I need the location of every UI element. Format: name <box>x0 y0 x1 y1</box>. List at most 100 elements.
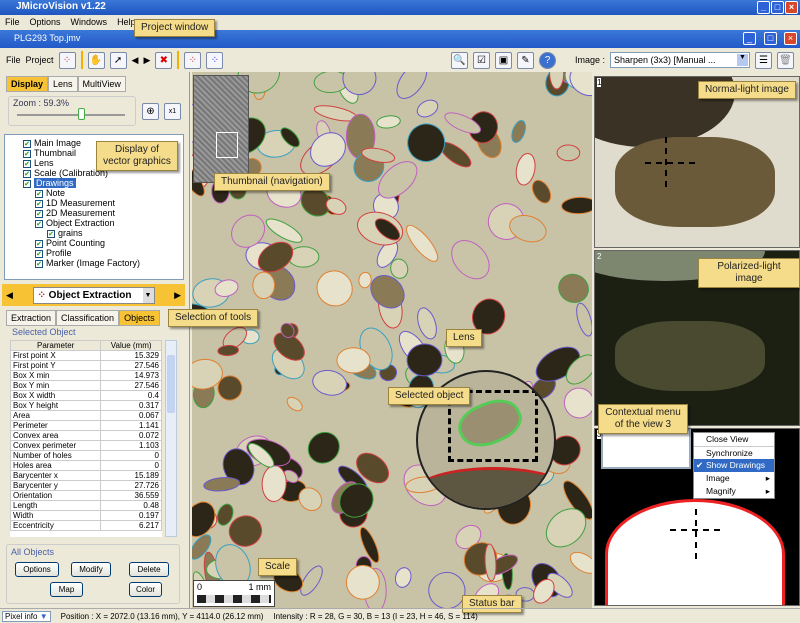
menu-options[interactable]: Options <box>30 17 61 28</box>
table-row[interactable]: Eccentricity 6.217 <box>10 520 162 531</box>
modify-button[interactable]: Modify <box>71 562 111 577</box>
previous-tool-icon[interactable]: ◀ <box>6 290 13 301</box>
checkbox-checked-icon[interactable]: ✔ <box>35 260 43 268</box>
project-close-button[interactable]: × <box>784 32 797 45</box>
table-row[interactable]: Convex area 0.072 <box>10 430 162 441</box>
table-row[interactable]: Box Y min 27.546 <box>10 380 162 391</box>
tool-select[interactable]: ⁘ Object Extraction ▼ <box>32 286 155 304</box>
tab-lens[interactable]: Lens <box>48 76 78 92</box>
tree-item[interactable]: ✔ 2D Measurement <box>23 208 183 218</box>
window-zoom-icon[interactable]: ▣ <box>494 51 512 69</box>
checkbox-checked-icon[interactable]: ✔ <box>35 200 43 208</box>
help-icon[interactable]: ? <box>538 51 556 69</box>
table-row[interactable]: Holes area 0 <box>10 460 162 471</box>
tab-multiview[interactable]: MultiView <box>77 76 126 92</box>
table-row[interactable]: Box Y height 0.317 <box>10 400 162 411</box>
project-maximize-button[interactable]: □ <box>764 32 777 45</box>
thumbnail-navigation[interactable] <box>193 75 249 183</box>
tree-item[interactable]: ✔ Drawings <box>23 178 183 188</box>
zoom-1x-icon[interactable]: x1 <box>164 103 181 120</box>
color-button[interactable]: Color <box>129 582 162 597</box>
table-row[interactable]: Length 0.48 <box>10 500 162 511</box>
grain <box>561 196 592 215</box>
pixel-info-select[interactable]: Pixel info ▼ <box>2 610 51 622</box>
next-icon[interactable]: ▶ <box>143 55 150 66</box>
table-row[interactable]: Orientation 36.559 <box>10 490 162 501</box>
trash-icon[interactable]: 🗑 <box>777 51 794 69</box>
menu-windows[interactable]: Windows <box>71 17 108 28</box>
checkbox-checked-icon[interactable]: ✔ <box>23 180 31 188</box>
table-row[interactable]: Convex perimeter 1.103 <box>10 440 162 451</box>
view-1-normal-light[interactable]: 1 <box>594 76 800 248</box>
tab-objects[interactable]: Objects <box>119 310 160 326</box>
previous-icon[interactable]: ◀ <box>132 55 139 66</box>
checkbox-checked-icon[interactable]: ✔ <box>23 150 31 158</box>
menu-show-drawings[interactable]: ✔ Show Drawings <box>694 459 774 472</box>
color-objects-alt-icon[interactable]: ⁘ <box>206 51 224 69</box>
pointer-add-icon[interactable]: ➚ <box>109 51 127 69</box>
table-row[interactable]: Box X min 14.973 <box>10 370 162 381</box>
thin-section-image[interactable] <box>192 72 592 608</box>
maximize-button[interactable]: □ <box>771 1 784 14</box>
table-row[interactable]: Box X width 0.4 <box>10 390 162 401</box>
parameter-cell: Length <box>10 500 102 511</box>
table-row[interactable]: First point Y 27.546 <box>10 360 162 371</box>
zoom-slider-thumb[interactable] <box>78 108 86 120</box>
checkbox-checked-icon[interactable]: ✔ <box>23 170 31 178</box>
tree-item[interactable]: ✔ Object Extraction <box>23 218 183 228</box>
checkbox-checked-icon[interactable]: ✔ <box>35 220 43 228</box>
edit-icon[interactable]: ✎ <box>516 51 534 69</box>
table-row[interactable]: Barycenter y 27.726 <box>10 480 162 491</box>
checklist-icon[interactable]: ☑ <box>472 51 490 69</box>
zoom-slider[interactable] <box>17 114 125 116</box>
table-row[interactable]: Width 0.197 <box>10 510 162 521</box>
checkbox-checked-icon[interactable]: ✔ <box>47 230 55 238</box>
checkbox-checked-icon[interactable]: ✔ <box>23 140 31 148</box>
tree-item[interactable]: ✔ grains <box>23 228 183 238</box>
tree-item[interactable]: ✔ Point Counting <box>23 238 183 248</box>
menu-help[interactable]: Help <box>117 17 136 28</box>
delete-icon[interactable]: ✖ <box>155 51 173 69</box>
magnifier-icon[interactable]: 🔍 <box>450 51 468 69</box>
thumbnail-viewport[interactable] <box>216 132 238 158</box>
table-row[interactable]: Barycenter x 15.189 <box>10 470 162 481</box>
table-row[interactable]: First point X 15.329 <box>10 350 162 361</box>
table-row[interactable]: Area 0.067 <box>10 410 162 421</box>
menu-synchronize[interactable]: Synchronize <box>694 446 774 459</box>
table-row[interactable]: Number of holes 0 <box>10 450 162 461</box>
color-objects-icon[interactable]: ⁘ <box>184 51 202 69</box>
tab-display[interactable]: Display <box>6 76 49 92</box>
options-button[interactable]: Options <box>15 562 59 577</box>
image-select[interactable]: Sharpen (3x3) [Manual ... ▼ <box>610 52 750 68</box>
next-tool-icon[interactable]: ▶ <box>174 290 181 301</box>
tab-classification[interactable]: Classification <box>56 310 120 326</box>
tree-item[interactable]: ✔ Note <box>23 188 183 198</box>
minimize-button[interactable]: _ <box>757 1 770 14</box>
checkbox-checked-icon[interactable]: ✔ <box>23 160 31 168</box>
checkbox-checked-icon[interactable]: ✔ <box>35 210 43 218</box>
main-image-view[interactable]: 0 1 mm <box>192 72 592 608</box>
layout-icon[interactable]: ☰ <box>755 51 772 69</box>
project-menu-project[interactable]: Project <box>26 55 54 65</box>
menu-magnify[interactable]: Magnify ▸ <box>694 485 774 498</box>
hand-icon[interactable]: ✋ <box>87 51 105 69</box>
menu-close-view[interactable]: Close View <box>694 433 774 446</box>
menu-file[interactable]: File <box>5 17 20 28</box>
tab-extraction[interactable]: Extraction <box>6 310 57 326</box>
checkbox-checked-icon[interactable]: ✔ <box>35 190 43 198</box>
map-button[interactable]: Map <box>50 582 83 597</box>
tree-item[interactable]: ✔ Marker (Image Factory) <box>23 258 183 268</box>
objects-icon[interactable]: ⁘ <box>58 51 76 69</box>
checkbox-checked-icon[interactable]: ✔ <box>35 250 43 258</box>
zoom-fit-icon[interactable]: ⊕ <box>142 103 159 120</box>
close-button[interactable]: × <box>785 1 798 14</box>
tree-item[interactable]: ✔ Profile <box>23 248 183 258</box>
table-scrollbar[interactable] <box>165 340 177 537</box>
project-menu-file[interactable]: File <box>6 55 21 65</box>
delete-button[interactable]: Delete <box>129 562 169 577</box>
project-minimize-button[interactable]: _ <box>743 32 756 45</box>
tree-item[interactable]: ✔ 1D Measurement <box>23 198 183 208</box>
menu-image[interactable]: Image ▸ <box>694 472 774 485</box>
checkbox-checked-icon[interactable]: ✔ <box>35 240 43 248</box>
table-row[interactable]: Perimeter 1.141 <box>10 420 162 431</box>
